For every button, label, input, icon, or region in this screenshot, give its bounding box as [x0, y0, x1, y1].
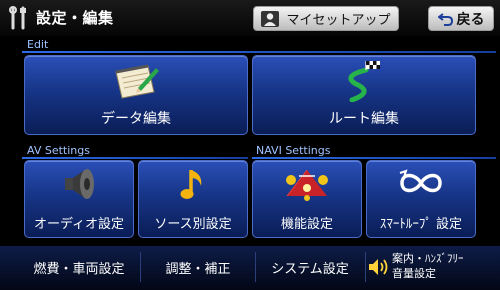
audio-settings-button[interactable]: オーディオ設定	[24, 160, 134, 238]
section-divider-edit	[22, 51, 496, 53]
music-note-icon	[180, 170, 202, 199]
section-label-av: AV Settings	[27, 144, 90, 157]
guide-volume-label-line2: 音量設定	[392, 267, 436, 280]
page-title: 設定・編集	[36, 9, 114, 27]
fuel-vehicle-settings-button[interactable]: 燃費・車両設定	[20, 250, 138, 284]
route-edit-label: ルート編集	[329, 111, 399, 127]
route-flag-icon	[348, 61, 380, 102]
audio-settings-label: オーディオ設定	[33, 217, 125, 232]
function-settings-button[interactable]: 機能設定	[252, 160, 362, 238]
speaker-icon	[65, 169, 94, 199]
section-divider-av	[22, 157, 248, 159]
bottom-divider	[140, 252, 141, 282]
back-label: 戻る	[456, 11, 485, 28]
infinity-loop-icon	[399, 169, 442, 193]
speaker-volume-icon	[369, 259, 388, 275]
data-edit-label: データ編集	[101, 111, 171, 127]
data-edit-button[interactable]: データ編集	[24, 55, 248, 135]
adjust-calibrate-button[interactable]: 調整・補正	[142, 250, 254, 284]
function-settings-label: 機能設定	[280, 217, 333, 232]
guide-volume-label: 案内・ﾊﾝｽﾞﾌﾘｰ 音量設定	[392, 251, 464, 281]
tools-icon	[9, 6, 26, 30]
guide-volume-label-line1: 案内・ﾊﾝｽﾞﾌﾘｰ	[392, 252, 464, 265]
notepad-pencil-icon	[115, 64, 159, 99]
my-setup-label: マイセットアップ	[286, 13, 391, 28]
section-label-navi: NAVI Settings	[256, 144, 331, 157]
smart-loop-settings-button[interactable]: ｽﾏｰﾄﾙｰﾌﾟ 設定	[366, 160, 476, 238]
back-arrow-icon	[437, 12, 453, 26]
guide-volume-settings-button[interactable]: 案内・ﾊﾝｽﾞﾌﾘｰ 音量設定	[366, 250, 486, 284]
section-divider-navi	[252, 157, 496, 159]
section-label-edit: Edit	[27, 38, 49, 51]
source-settings-button[interactable]: ソース別設定	[138, 160, 248, 238]
smart-loop-settings-label: ｽﾏｰﾄﾙｰﾌﾟ 設定	[379, 217, 463, 232]
system-settings-button[interactable]: システム設定	[256, 250, 364, 284]
radar-target-icon	[286, 169, 328, 201]
person-icon	[261, 10, 280, 27]
source-settings-label: ソース別設定	[154, 217, 232, 232]
my-setup-button[interactable]: マイセットアップ	[253, 6, 399, 31]
back-button[interactable]: 戻る	[428, 6, 494, 31]
route-edit-button[interactable]: ルート編集	[252, 55, 476, 135]
